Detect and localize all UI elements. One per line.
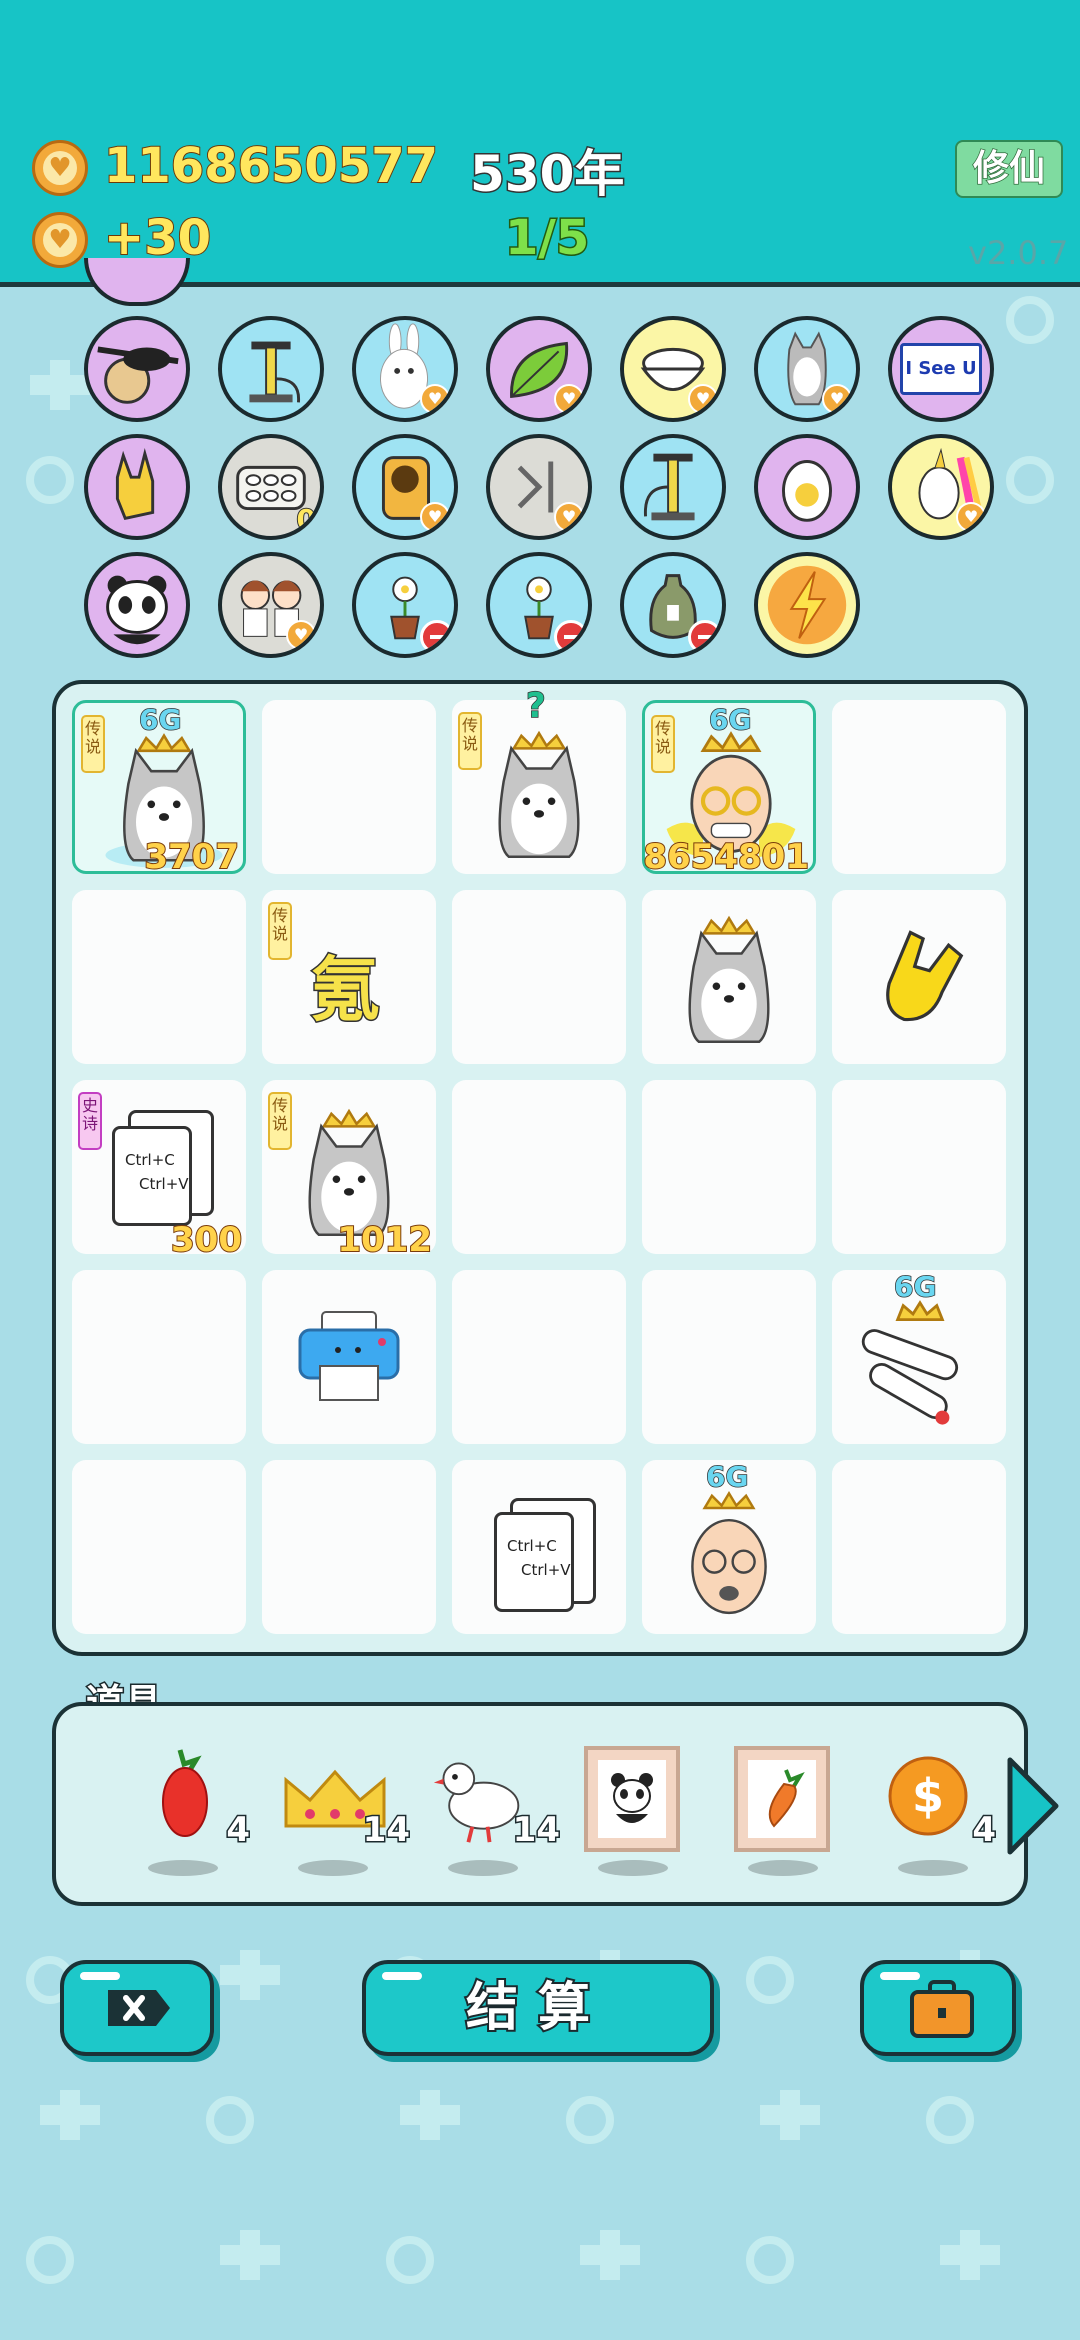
board-cell-empty[interactable] — [72, 890, 246, 1064]
board-cell-empty[interactable] — [832, 1080, 1006, 1254]
board-cell[interactable]: 6G — [642, 1459, 816, 1634]
board-cell-empty[interactable] — [262, 1460, 436, 1634]
relic-rock-hand[interactable] — [84, 434, 190, 540]
krypton-icon: 氪 — [309, 948, 382, 1033]
cell-value: 1012 — [336, 1219, 433, 1261]
board-cell[interactable]: 传说 1012 — [262, 1080, 436, 1261]
relic-husky[interactable]: ♥ — [754, 316, 860, 422]
close-tag-icon — [108, 1990, 170, 2026]
svg-text:$: $ — [912, 1769, 944, 1823]
egg-tray-count: 0 — [295, 502, 317, 536]
board-cell[interactable]: 传说 氪 — [262, 890, 436, 1064]
cell-value: 8654801 — [642, 836, 810, 878]
top-bar: ♥ 1168650577 ♥ +30 530年 1/5 修仙 v2.0.7 — [0, 0, 1080, 287]
tool-coin[interactable]: $ 4 — [870, 1746, 1000, 1876]
husky-king-icon — [688, 915, 770, 1043]
board-cell-empty[interactable] — [262, 700, 436, 874]
board-cell[interactable]: 史诗 Ctrl+C Ctrl+V 300 — [72, 1080, 246, 1261]
year-counter: 530年 — [468, 144, 625, 205]
tool-panda-frame[interactable] — [570, 1746, 700, 1876]
relic-eyepatch-ball[interactable] — [84, 316, 190, 422]
relic-flower-pot-2[interactable] — [486, 552, 592, 658]
copy-paste-icon: Ctrl+C Ctrl+V — [112, 1126, 192, 1226]
six-g-label: 6G — [893, 1269, 937, 1304]
settle-label: 结算 — [464, 1976, 610, 2040]
board-cell[interactable] — [262, 1270, 436, 1444]
relic-unicorn[interactable]: ♥ — [888, 434, 994, 540]
relic-panda[interactable] — [84, 552, 190, 658]
relic-twins[interactable]: ♥ — [218, 552, 324, 658]
relic-air-pump-2[interactable] — [620, 434, 726, 540]
board-cell[interactable] — [832, 890, 1006, 1064]
board-cell[interactable]: 传说 ? — [452, 685, 626, 874]
relic-trash-bag[interactable] — [620, 552, 726, 658]
briefcase-icon — [910, 1980, 974, 2038]
cultivate-button[interactable]: 修仙 — [955, 140, 1063, 198]
relic-air-pump[interactable] — [218, 316, 324, 422]
relic-cracked-egg[interactable] — [754, 434, 860, 540]
relic-rabbit[interactable]: ♥ — [352, 316, 458, 422]
tools-panel: 4 14 14 $ 4 — [52, 1702, 1059, 1906]
panda-frame-icon — [584, 1746, 680, 1852]
pigeon-icon — [433, 1762, 520, 1843]
old-man-icon — [691, 1490, 767, 1615]
board-cell-empty[interactable] — [642, 1080, 816, 1254]
board-cell[interactable]: 6G — [832, 1269, 1006, 1444]
coin-dollar-icon: $ — [888, 1756, 968, 1836]
flute-king-icon — [861, 1300, 959, 1425]
board-cell-empty[interactable] — [832, 700, 1006, 874]
tools-next-arrow-icon[interactable] — [1004, 1754, 1062, 1858]
board-cell[interactable]: Ctrl+C Ctrl+V — [452, 1460, 626, 1634]
relic-skip-sign[interactable]: ♥ — [486, 434, 592, 540]
board-cell[interactable]: 传说 6G 8654801 — [642, 700, 816, 878]
tool-carrot-frame[interactable] — [720, 1746, 850, 1876]
tool-count: 14 — [361, 1809, 411, 1852]
relic-i-see-u[interactable]: I See U — [888, 316, 994, 422]
board-cell-empty[interactable] — [452, 890, 626, 1064]
board-cell-empty[interactable] — [72, 1270, 246, 1444]
tool-count: 4 — [971, 1809, 998, 1852]
chili-icon — [162, 1749, 208, 1837]
tool-chili[interactable]: 4 — [120, 1746, 252, 1876]
epic-tag: 史诗 — [78, 1092, 102, 1150]
tool-count: 14 — [511, 1809, 561, 1852]
tool-count: 4 — [225, 1809, 252, 1852]
board-cell-empty[interactable] — [642, 1270, 816, 1444]
board-cell-empty[interactable] — [452, 1080, 626, 1254]
husky-king-icon — [498, 730, 580, 858]
board-cell[interactable] — [642, 890, 816, 1064]
carrot-frame-icon — [734, 1746, 830, 1852]
settle-button[interactable]: 结算 — [362, 1960, 714, 2056]
rock-hand-icon — [886, 930, 964, 1022]
relic-leaf[interactable]: ♥ — [486, 316, 592, 422]
question-mark: ? — [525, 685, 546, 727]
version-label: v2.0.7 — [968, 234, 1069, 272]
coin-total: 1168650577 — [103, 137, 439, 195]
printer-icon — [298, 1311, 400, 1401]
relic-lightning[interactable] — [754, 552, 860, 658]
relic-rice-bowl[interactable]: ♥ — [620, 316, 726, 422]
quit-button[interactable] — [60, 1960, 214, 2056]
relic-hamster[interactable]: ♥ — [352, 434, 458, 540]
legend-tag: 传说 — [268, 902, 292, 960]
board-cell-empty[interactable] — [72, 1460, 246, 1634]
six-g-label: 6G — [138, 702, 182, 737]
coin-icon: ♥ — [32, 140, 88, 196]
board-cell[interactable]: 传说 6G 3707 — [72, 700, 246, 878]
stage-progress: 1/5 — [503, 209, 590, 268]
cell-value: 3707 — [143, 836, 240, 878]
board-cell-empty[interactable] — [452, 1270, 626, 1444]
tool-crown[interactable]: 14 — [270, 1746, 412, 1876]
board-cell-empty[interactable] — [832, 1460, 1006, 1634]
relic-egg-tray[interactable]: 0 — [218, 434, 324, 540]
relic-partial[interactable] — [84, 258, 190, 306]
income-coin-icon: ♥ — [32, 212, 88, 268]
backpack-button[interactable] — [860, 1960, 1016, 2056]
relic-flower-pot[interactable] — [352, 552, 458, 658]
copy-paste-icon: Ctrl+C Ctrl+V — [494, 1512, 574, 1612]
tool-pigeon[interactable]: 14 — [420, 1746, 562, 1876]
cell-value: 300 — [170, 1219, 243, 1261]
game-board: 传说 6G 3707 传说 ? 传说 6G 8654801 传说 氪 史诗 Ct… — [52, 680, 1028, 1656]
